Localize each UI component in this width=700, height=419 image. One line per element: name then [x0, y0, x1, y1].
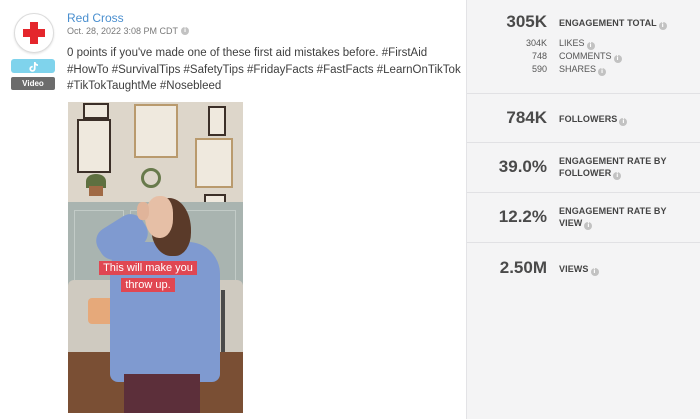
- post-metrics-panel: 305K ENGAGEMENT TOTAL i 304K LIKES i 748 C…: [466, 0, 700, 419]
- video-thumbnail[interactable]: This will make you throw up.: [68, 102, 243, 413]
- engagement-total-value: 305K: [506, 12, 547, 31]
- likes-label: LIKES i: [559, 38, 595, 50]
- comments-label-text: COMMENTS: [559, 51, 612, 61]
- engagement-rate-follower-label-line2: FOLLOWER: [559, 168, 612, 178]
- engagement-total-label-text: ENGAGEMENT TOTAL: [559, 18, 657, 28]
- engagement-rate-view-label-line1: ENGAGEMENT RATE BY: [559, 206, 667, 216]
- likes-label-text: LIKES: [559, 38, 585, 48]
- info-icon[interactable]: i: [584, 222, 593, 230]
- info-icon[interactable]: i: [613, 55, 622, 63]
- shares-label: SHARES i: [559, 64, 607, 76]
- video-scene-picture-frame: [77, 119, 111, 173]
- engagement-rate-follower-label-line1: ENGAGEMENT RATE BY: [559, 156, 667, 166]
- red-cross-logo-horizontal: [23, 29, 45, 37]
- views-block: 2.50M VIEWS i: [467, 242, 700, 292]
- engagement-rate-follower-label-line2-row: FOLLOWER i: [559, 167, 667, 180]
- engagement-total-block: 305K ENGAGEMENT TOTAL i 304K LIKES i 748 C…: [467, 0, 700, 94]
- engagement-total-label: ENGAGEMENT TOTAL i: [559, 17, 667, 30]
- info-icon[interactable]: i: [586, 42, 595, 50]
- video-scene-wreath: [141, 168, 161, 188]
- post-caption: 0 points if you've made one of these fir…: [67, 47, 461, 92]
- engagement-rate-view-block: 12.2% ENGAGEMENT RATE BY VIEW i: [467, 192, 700, 243]
- followers-block: 784K FOLLOWERS i: [467, 93, 700, 143]
- info-icon[interactable]: i: [181, 27, 190, 35]
- video-overlay-caption-text: This will make you throw up.: [99, 261, 197, 292]
- video-scene-person-face: [145, 196, 173, 238]
- shares-label-text: SHARES: [559, 64, 597, 74]
- followers-label: FOLLOWERS i: [559, 113, 628, 126]
- engagement-rate-view-value: 12.2%: [498, 207, 547, 226]
- author-name-link[interactable]: Red Cross: [67, 11, 124, 25]
- comments-value: 748: [531, 51, 547, 61]
- tiktok-network-badge: [11, 59, 55, 73]
- video-scene-plant-pot: [89, 186, 103, 196]
- views-label-text: VIEWS: [559, 264, 589, 274]
- views-label: VIEWS i: [559, 263, 599, 276]
- followers-value: 784K: [506, 108, 547, 127]
- engagement-rate-follower-label: ENGAGEMENT RATE BY FOLLOWER i: [559, 155, 667, 180]
- tiktok-icon: [28, 62, 38, 72]
- video-scene-picture-frame: [83, 103, 109, 119]
- video-overlay-caption: This will make you throw up.: [94, 260, 202, 294]
- info-icon[interactable]: i: [619, 118, 628, 126]
- video-scene-person-hand: [137, 202, 149, 220]
- red-cross-avatar[interactable]: [14, 13, 54, 53]
- engagement-rate-view-label-line2-row: VIEW i: [559, 217, 667, 230]
- timestamp-text: Oct. 28, 2022 3:08 PM CDT: [67, 26, 179, 36]
- shares-value: 590: [531, 64, 547, 74]
- media-type-tag: Video: [11, 77, 55, 90]
- engagement-rate-view-label: ENGAGEMENT RATE BY VIEW i: [559, 205, 667, 230]
- info-icon[interactable]: i: [613, 172, 622, 180]
- engagement-rate-view-label-line2: VIEW: [559, 218, 583, 228]
- followers-label-text: FOLLOWERS: [559, 114, 618, 124]
- comments-label: COMMENTS i: [559, 51, 622, 63]
- post-card: Video Red Cross Oct. 28, 2022 3:08 PM CD…: [0, 0, 466, 419]
- video-scene-picture-frame: [134, 104, 178, 158]
- engagement-rate-follower-block: 39.0% ENGAGEMENT RATE BY FOLLOWER i: [467, 142, 700, 193]
- post-timestamp: Oct. 28, 2022 3:08 PM CDT i: [67, 26, 190, 36]
- engagement-rate-follower-value: 39.0%: [498, 157, 547, 176]
- views-value: 2.50M: [499, 258, 547, 277]
- info-icon[interactable]: i: [658, 22, 667, 30]
- video-scene-person-legs: [124, 374, 200, 413]
- info-icon[interactable]: i: [598, 68, 607, 76]
- video-scene-picture-frame: [195, 138, 233, 188]
- likes-value: 304K: [525, 38, 547, 48]
- video-scene-picture-frame: [208, 106, 226, 136]
- info-icon[interactable]: i: [590, 268, 599, 276]
